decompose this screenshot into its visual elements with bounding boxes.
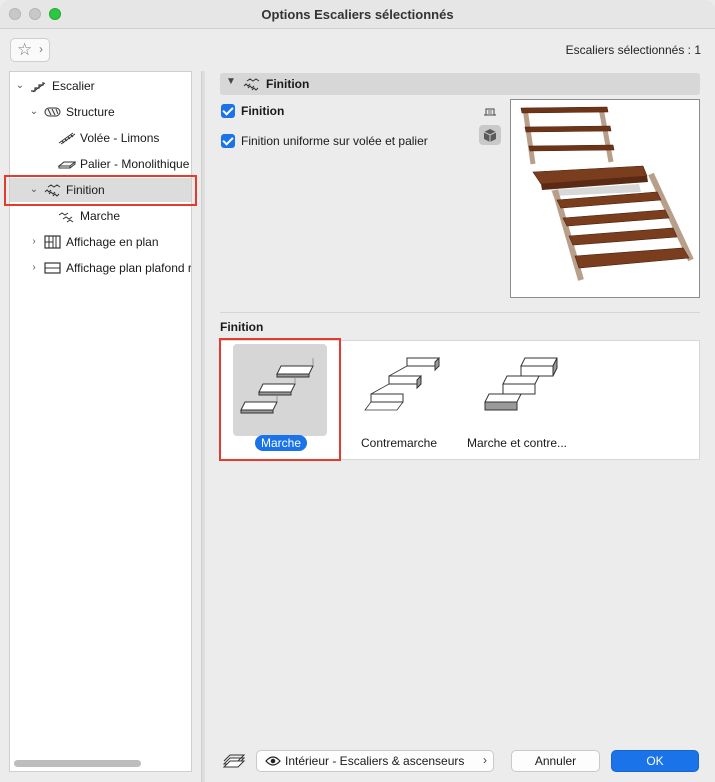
- section-title: Finition: [266, 77, 310, 91]
- tread-icon: [58, 212, 74, 223]
- tree-item-palier[interactable]: Palier - Monolithique: [10, 152, 191, 176]
- plan-view-button[interactable]: [479, 103, 501, 123]
- riser-finish-icon: [364, 356, 440, 411]
- tree-item-label: Palier - Monolithique: [80, 157, 190, 171]
- option-marche[interactable]: Marche: [221, 341, 331, 459]
- tread-riser-finish-icon: [484, 357, 558, 411]
- separator: [220, 312, 700, 313]
- favorites-dropdown[interactable]: Intérieur - Escaliers & ascenseurs ›: [256, 750, 494, 772]
- option-thumbnail: [469, 344, 563, 436]
- chevron-right-icon[interactable]: ›: [28, 230, 40, 254]
- title-bar: Options Escaliers sélectionnés: [0, 0, 715, 29]
- tree-item-structure[interactable]: ⌄ Structure: [10, 100, 191, 124]
- tree-item-label: Finition: [66, 183, 105, 197]
- option-thumbnail: [233, 344, 327, 436]
- tree-item-label: Escalier: [52, 79, 95, 93]
- section-header-finition[interactable]: ▼ Finition: [220, 73, 700, 95]
- option-marche-et-contremarche[interactable]: Marche et contre...: [457, 341, 567, 459]
- favorites-stack-icon[interactable]: [222, 752, 246, 770]
- tread-finish-icon: [240, 358, 314, 414]
- horizontal-scrollbar[interactable]: [14, 760, 141, 767]
- 3d-view-button[interactable]: [479, 125, 501, 145]
- option-label: Marche et contre...: [466, 436, 568, 450]
- plan-view-icon: [484, 108, 496, 116]
- tree-item-label: Volée - Limons: [80, 131, 160, 145]
- option-label: Contremarche: [360, 436, 438, 450]
- tree-item-plafond[interactable]: › Affichage plan plafond r: [10, 256, 191, 280]
- floor-plan-icon: [44, 235, 61, 249]
- star-icon: ☆: [17, 40, 33, 59]
- tree-item-escalier[interactable]: ⌄ Escalier: [10, 74, 191, 98]
- chevron-right-icon: ›: [39, 42, 43, 56]
- chevron-down-icon[interactable]: ⌄: [14, 74, 26, 98]
- tree-item-volee-limons[interactable]: Volée - Limons: [10, 126, 191, 150]
- flight-stringer-icon: [58, 132, 76, 145]
- cancel-button[interactable]: Annuler: [511, 750, 600, 772]
- tree-item-finition[interactable]: ⌄ Finition: [10, 178, 191, 202]
- tree-item-label: Structure: [66, 105, 115, 119]
- checkbox-uniform[interactable]: [221, 134, 235, 148]
- finition-style-label: Finition: [220, 320, 264, 334]
- checkbox-finition[interactable]: [221, 104, 235, 118]
- chevron-down-icon[interactable]: ⌄: [28, 178, 40, 202]
- checkbox-finition-label: Finition: [241, 104, 285, 118]
- option-label: Marche: [221, 435, 341, 451]
- tree-item-label: Affichage plan plafond r: [66, 261, 192, 275]
- tree-item-marche[interactable]: Marche: [10, 204, 191, 228]
- chevron-right-icon: ›: [483, 753, 487, 767]
- tree-item-label: Marche: [80, 209, 121, 223]
- checkbox-uniform-label: Finition uniforme sur volée et palier: [241, 134, 428, 148]
- landing-icon: [58, 161, 76, 169]
- finish-icon: [243, 78, 260, 91]
- option-thumbnail: [351, 344, 445, 436]
- 3d-preview: [510, 99, 700, 298]
- structure-icon: [44, 107, 61, 117]
- collapse-triangle-icon[interactable]: ▼: [226, 76, 236, 87]
- window-title: Options Escaliers sélectionnés: [261, 7, 454, 22]
- chevron-right-icon[interactable]: ›: [28, 256, 40, 280]
- finish-icon: [44, 184, 61, 197]
- favorites-dropdown-label: Intérieur - Escaliers & ascenseurs: [285, 754, 465, 768]
- cube-icon: [483, 129, 497, 142]
- option-contremarche[interactable]: Contremarche: [339, 341, 449, 459]
- stair-3d-preview-image: [520, 106, 694, 281]
- finition-style-picker: Marche Contremarche Marche et contre...: [220, 340, 700, 460]
- selection-count: Escaliers sélectionnés : 1: [565, 43, 701, 57]
- stair-icon: [31, 82, 46, 93]
- favorites-button[interactable]: ☆ ›: [10, 38, 50, 62]
- chevron-down-icon[interactable]: ⌄: [28, 100, 40, 124]
- tree-item-affichage-plan[interactable]: › Affichage en plan: [10, 230, 191, 254]
- eye-icon: [265, 756, 281, 766]
- dialog-window: Options Escaliers sélectionnés ☆ › Escal…: [0, 0, 715, 782]
- tree-item-label: Affichage en plan: [66, 235, 159, 249]
- ceiling-plan-icon: [44, 262, 61, 274]
- settings-tree: ⌄ Escalier ⌄ Structure Volée - Limons Pa…: [9, 71, 192, 772]
- panel-divider[interactable]: [201, 71, 205, 782]
- ok-button[interactable]: OK: [611, 750, 699, 772]
